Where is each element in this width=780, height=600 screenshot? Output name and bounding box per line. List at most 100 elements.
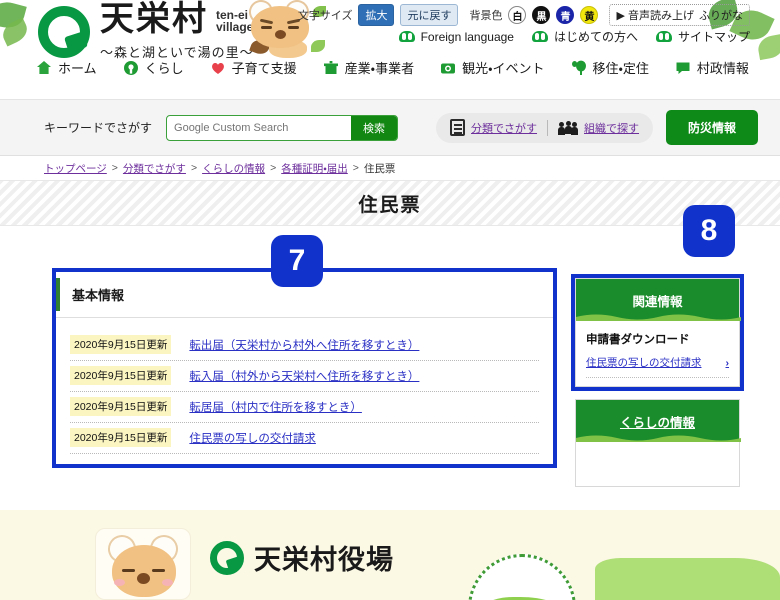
breadcrumb-item-certificates[interactable]: 各種証明・届出 (281, 161, 348, 176)
site-header: 天栄村 ten-ei village 〜森と湖といで湯の里〜 文字サイズ 拡大 … (0, 0, 780, 100)
life-info-title: くらしの情報 (619, 415, 695, 430)
furigana-label: ふりがな (699, 10, 743, 22)
nav-label-childcare: 子育て支援 (231, 61, 297, 76)
leaf-icon (398, 31, 415, 42)
voice-reading-control[interactable]: ▶ 音声読み上げ ふりがな (609, 4, 750, 26)
wave-divider (576, 314, 741, 321)
breadcrumb-separator: > (352, 162, 359, 174)
page-title-band: 住民票 (0, 180, 780, 226)
page-title: 住民票 (358, 194, 422, 216)
row-date: 2020年9月15日更新 (70, 366, 172, 385)
nav-item-industry[interactable]: 産業・事業者 (323, 58, 414, 77)
row-date: 2020年9月15日更新 (70, 428, 172, 447)
chevron-right-icon: › (725, 356, 730, 369)
annotation-badge-7: 7 (271, 235, 323, 287)
related-info-title: 関連情報 (632, 294, 683, 309)
voice-read-label: ▶ 音声読み上げ (616, 10, 694, 22)
nav-item-kurashi[interactable]: くらし (123, 58, 184, 77)
font-enlarge-button[interactable]: 拡大 (358, 4, 395, 26)
row-link[interactable]: 転入届（村外から天栄村へ住所を移すとき） (189, 368, 419, 384)
bgcolor-white-button[interactable]: 白 (508, 6, 527, 24)
browse-category-label: 分類でさがす (471, 122, 538, 135)
speech-icon (676, 62, 690, 74)
leaf-icon (655, 31, 672, 42)
life-icon (123, 60, 138, 75)
nav-item-tourism[interactable]: 観光・イベント (440, 58, 545, 77)
foreign-language-label: Foreign language (420, 29, 514, 44)
row-link[interactable]: 転居届（村内で住所を移すとき） (189, 399, 362, 415)
background-color-label: 背景色 (469, 10, 503, 22)
main-navigation: ホーム くらし 子育て支援 産業・事業者 観光・イベント 移住・定住 村政情報 (0, 58, 780, 77)
font-size-label: 文字サイズ (297, 10, 353, 22)
search-input-wrapper: 検索 (166, 114, 399, 141)
sitemap-label: サイトマップ (677, 30, 750, 44)
breadcrumb-separator: > (111, 162, 118, 174)
life-info-body (576, 442, 739, 486)
accessibility-controls: 文字サイズ 拡大 元に戻す 背景色 白 黒 青 黄 ▶ 音声読み上げ ふりがな (298, 4, 750, 26)
breadcrumb-item-category[interactable]: 分類でさがす (123, 161, 186, 176)
main-content: 基本情報 2020年9月15日更新 転出届（天栄村から村外へ住所を移すとき） 2… (0, 226, 780, 506)
related-info-body: 申請書ダウンロード 住民票の写しの交付請求 › (576, 321, 739, 386)
site-logo[interactable]: 天栄村 ten-ei village 〜森と湖といで湯の里〜 (38, 2, 254, 61)
village-emblem-icon (38, 6, 90, 58)
font-reset-button[interactable]: 元に戻す (400, 4, 459, 26)
first-time-visitor-link[interactable]: はじめての方へ (531, 28, 638, 45)
nav-label-kurashi: くらし (144, 61, 184, 76)
nav-item-migration[interactable]: 移住・定住 (571, 58, 649, 77)
nav-item-childcare[interactable]: 子育て支援 (210, 58, 297, 77)
sidebar: 関連情報 申請書ダウンロード 住民票の写しの交付請求 › くらしの情報 (571, 274, 744, 499)
first-time-visitor-label: はじめての方へ (553, 30, 638, 44)
table-row[interactable]: 2020年9月15日更新 住民票の写しの交付請求 (70, 423, 539, 454)
browse-organization-label: 組織で探す (584, 122, 640, 135)
table-row[interactable]: 2020年9月15日更新 転入届（村外から天栄村へ住所を移すとき） (70, 361, 539, 392)
browse-by-category-button[interactable]: 分類でさがす (450, 119, 537, 136)
card-body: 2020年9月15日更新 転出届（天栄村から村外へ住所を移すとき） 2020年9… (56, 318, 553, 464)
tree-icon (571, 60, 586, 75)
camera-icon (441, 63, 456, 73)
application-download-label: 申請書ダウンロード (586, 334, 690, 346)
life-info-box: くらしの情報 (575, 399, 741, 487)
nav-label-home: ホーム (58, 61, 97, 76)
site-footer: 天栄村役場 福島県 (0, 510, 780, 600)
bgcolor-blue-button[interactable]: 青 (556, 6, 575, 24)
basic-information-card: 基本情報 2020年9月15日更新 転出届（天栄村から村外へ住所を移すとき） 2… (52, 268, 557, 468)
nav-item-home[interactable]: ホーム (36, 58, 97, 77)
nav-label-tourism: 観光・イベント (462, 61, 545, 76)
footer-logo[interactable]: 天栄村役場 (210, 538, 394, 577)
breadcrumb-item-top[interactable]: トップページ (44, 161, 107, 176)
logo-text: 天栄村 ten-ei village 〜森と湖といで湯の里〜 (100, 2, 254, 61)
browse-options: 分類でさがす 組織で探す (436, 112, 654, 143)
village-map-icon (468, 554, 576, 600)
row-link[interactable]: 転出届（天栄村から村外へ住所を移すとき） (189, 337, 419, 353)
sitemap-link[interactable]: サイトマップ (655, 28, 750, 45)
row-date: 2020年9月15日更新 (70, 335, 172, 354)
related-info-link-label: 住民票の写しの交付請求 (586, 357, 702, 369)
related-info-link-row[interactable]: 住民票の写しの交付請求 › (586, 355, 729, 378)
wave-divider (576, 435, 741, 442)
table-row[interactable]: 2020年9月15日更新 転出届（天栄村から村外へ住所を移すとき） (70, 330, 539, 361)
annotation-badge-8: 8 (683, 205, 735, 257)
life-info-header[interactable]: くらしの情報 (576, 400, 741, 442)
foreign-language-link[interactable]: Foreign language (398, 29, 514, 44)
row-link[interactable]: 住民票の写しの交付請求 (189, 430, 316, 446)
bgcolor-black-button[interactable]: 黒 (532, 6, 551, 24)
table-row[interactable]: 2020年9月15日更新 転居届（村内で住所を移すとき） (70, 392, 539, 423)
breadcrumb-item-life[interactable]: くらしの情報 (202, 161, 265, 176)
search-bar: キーワードでさがす 検索 分類でさがす 組織で探す 防災情報 (0, 100, 780, 156)
leaf-icon (531, 31, 548, 42)
nav-item-village-admin[interactable]: 村政情報 (675, 58, 749, 77)
breadcrumb: トップページ > 分類でさがす > くらしの情報 > 各種証明・届出 > 住民票 (0, 156, 780, 180)
row-date: 2020年9月15日更新 (70, 397, 172, 416)
village-emblem-icon (210, 540, 244, 575)
search-submit-button[interactable]: 検索 (351, 115, 398, 140)
bgcolor-yellow-button[interactable]: 黄 (580, 6, 599, 24)
document-icon (450, 119, 466, 136)
industry-icon (323, 60, 338, 74)
nav-label-village-admin: 村政情報 (696, 61, 749, 76)
browse-by-organization-button[interactable]: 組織で探す (558, 120, 639, 136)
breadcrumb-separator: > (270, 162, 277, 174)
search-input[interactable] (167, 115, 352, 140)
breadcrumb-current: 住民票 (363, 162, 396, 175)
disaster-info-button[interactable]: 防災情報 (665, 110, 758, 145)
people-icon (558, 120, 579, 135)
